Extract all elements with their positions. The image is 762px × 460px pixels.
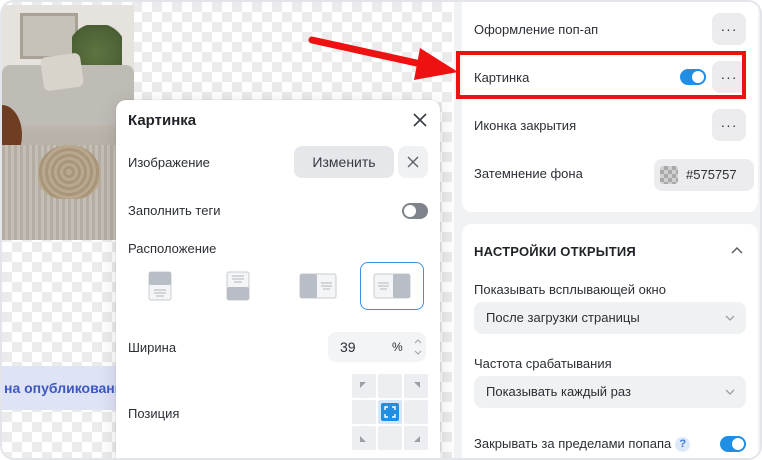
width-value: 39 (340, 339, 356, 355)
layout-option-image-top[interactable] (128, 262, 192, 310)
help-icon[interactable]: ? (675, 437, 691, 453)
background-dim-color-picker[interactable]: #575757 (654, 159, 754, 191)
close-outside-toggle[interactable] (720, 436, 746, 452)
background-dim-hex: #575757 (686, 167, 737, 182)
change-image-button[interactable]: Изменить (294, 146, 394, 178)
picture-settings-panel: Картинка Изображение Изменить Заполнить … (116, 100, 440, 458)
frequency-label: Частота срабатывания (474, 356, 612, 371)
remove-image-button[interactable] (398, 146, 428, 178)
chevron-up-icon[interactable] (730, 244, 744, 258)
position-top-center[interactable] (378, 374, 402, 398)
frequency-value: Показывать каждый раз (486, 384, 631, 399)
corner-arrow-icon (360, 436, 366, 442)
close-icon-label: Иконка закрытия (474, 118, 577, 133)
center-focus-icon (381, 403, 399, 421)
popup-appearance-card: Оформление поп-ап ··· Картинка ··· Иконк… (462, 2, 758, 212)
more-icon: ··· (720, 21, 738, 37)
close-outside-row: Закрывать за пределами попапа? (474, 436, 691, 453)
width-label: Ширина (128, 340, 177, 355)
show-popup-label: Показывать всплывающей окно (474, 282, 666, 297)
close-icon[interactable] (410, 110, 430, 130)
popup-design-label: Оформление поп-ап (474, 22, 599, 37)
show-popup-value: После загрузки страницы (486, 310, 640, 325)
width-unit: % (392, 340, 403, 354)
layout-image-left-icon (299, 273, 337, 299)
more-icon: ··· (720, 69, 738, 85)
popup-design-more-button[interactable]: ··· (712, 13, 746, 45)
layout-option-image-left[interactable] (286, 262, 350, 310)
position-middle-right[interactable] (404, 400, 428, 424)
position-label: Позиция (128, 406, 180, 421)
popup-preview-image (2, 5, 134, 240)
position-bottom-center[interactable] (378, 426, 402, 450)
position-middle-left[interactable] (352, 400, 376, 424)
position-bottom-right[interactable] (404, 426, 428, 450)
chevron-down-icon (725, 315, 735, 321)
position-bottom-left[interactable] (352, 426, 376, 450)
position-top-right[interactable] (404, 374, 428, 398)
chevron-down-icon (725, 389, 735, 395)
position-top-left[interactable] (352, 374, 376, 398)
position-grid (352, 374, 430, 452)
fill-tags-toggle[interactable] (402, 203, 428, 219)
published-banner: на опубликованной (2, 366, 119, 410)
layout-option-image-right[interactable] (360, 262, 424, 310)
more-icon: ··· (720, 117, 738, 133)
corner-arrow-icon (360, 382, 366, 388)
layout-image-top-icon (148, 271, 172, 301)
layout-option-image-bottom[interactable] (206, 262, 270, 310)
corner-arrow-icon (414, 436, 420, 442)
open-settings-card: НАСТРОЙКИ ОТКРЫТИЯ Показывать всплывающе… (462, 224, 758, 458)
background-dim-label: Затемнение фона (474, 166, 583, 181)
settings-sidebar: Оформление поп-ап ··· Картинка ··· Иконк… (454, 2, 760, 458)
annotation-arrow-icon (308, 36, 458, 80)
width-input[interactable]: 39 % (328, 332, 426, 362)
close-icon (407, 156, 419, 168)
app-window: на опубликованной Картинка Изображение И… (0, 0, 762, 460)
published-banner-text: на опубликованной (4, 380, 119, 396)
picture-label: Картинка (474, 70, 530, 85)
close-outside-label: Закрывать за пределами попапа (474, 436, 672, 451)
stepper-icon[interactable] (412, 334, 424, 360)
layout-label: Расположение (128, 241, 217, 256)
corner-arrow-icon (414, 382, 420, 388)
position-center[interactable] (378, 400, 402, 424)
transparency-swatch-icon (660, 166, 678, 184)
panel-title: Картинка (128, 112, 197, 129)
frequency-select[interactable]: Показывать каждый раз (474, 376, 746, 408)
picture-toggle[interactable] (680, 69, 706, 85)
picture-more-button[interactable]: ··· (712, 61, 746, 93)
show-popup-select[interactable]: После загрузки страницы (474, 302, 746, 334)
layout-image-right-icon (373, 273, 411, 299)
layout-image-bottom-icon (226, 271, 250, 301)
fill-tags-label: Заполнить теги (128, 203, 221, 218)
open-settings-title: НАСТРОЙКИ ОТКРЫТИЯ (474, 244, 636, 259)
image-label: Изображение (128, 155, 210, 170)
close-icon-more-button[interactable]: ··· (712, 109, 746, 141)
